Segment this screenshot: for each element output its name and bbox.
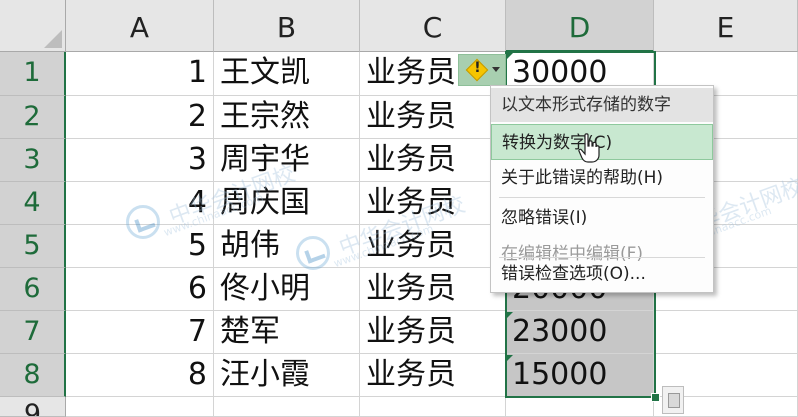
cell-a6[interactable]: 6 (66, 268, 214, 311)
cell-a5[interactable]: 5 (66, 225, 214, 268)
cell-b7[interactable]: 楚军 (214, 311, 360, 354)
cell-b3[interactable]: 周宇华 (214, 139, 360, 182)
cell-a1[interactable]: 1 (66, 52, 214, 96)
row-header-1[interactable]: 1 (0, 52, 66, 96)
menu-item-help-on-error[interactable]: 关于此错误的帮助(H) (491, 160, 713, 196)
cell-a2[interactable]: 2 (66, 96, 214, 139)
column-header-d[interactable]: D (506, 0, 654, 52)
cell-c3[interactable]: 业务员 (360, 139, 506, 182)
cell-d8[interactable]: 15000 (506, 354, 654, 397)
cell-b9[interactable] (214, 397, 360, 417)
row-header-5[interactable]: 5 (0, 225, 66, 268)
row-header-7[interactable]: 7 (0, 311, 66, 354)
cell-b5[interactable]: 胡伟 (214, 225, 360, 268)
cell-a7[interactable]: 7 (66, 311, 214, 354)
cell-c9[interactable] (360, 397, 506, 417)
cell-b4[interactable]: 周庆国 (214, 182, 360, 225)
cell-b1[interactable]: 王文凯 (214, 52, 360, 96)
hand-cursor-icon (578, 133, 600, 163)
column-header-a[interactable]: A (66, 0, 214, 52)
cell-c7[interactable]: 业务员 (360, 311, 506, 354)
error-options-menu: 以文本形式存储的数字 转换为数字(C) 关于此错误的帮助(H) 忽略错误(I) … (490, 85, 714, 293)
row-header-2[interactable]: 2 (0, 96, 66, 139)
error-check-button[interactable]: ! (458, 54, 506, 86)
row-header-4[interactable]: 4 (0, 182, 66, 225)
cell-c6[interactable]: 业务员 (360, 268, 506, 311)
cell-d7[interactable]: 23000 (506, 311, 654, 354)
error-indicator-triangle (507, 53, 513, 59)
column-header-e[interactable]: E (654, 0, 798, 52)
warning-exclamation: ! (474, 60, 481, 76)
menu-item-ignore-error[interactable]: 忽略错误(I) (491, 200, 713, 236)
cell-d7-value: 23000 (512, 314, 608, 349)
cell-a3[interactable]: 3 (66, 139, 214, 182)
column-header-b[interactable]: B (214, 0, 360, 52)
cell-c8[interactable]: 业务员 (360, 354, 506, 397)
row-header-3[interactable]: 3 (0, 139, 66, 182)
menu-separator (499, 197, 705, 198)
chevron-down-icon (492, 67, 500, 72)
cell-c5[interactable]: 业务员 (360, 225, 506, 268)
error-indicator-triangle (507, 355, 513, 361)
cell-e7[interactable] (654, 311, 798, 354)
menu-title: 以文本形式存储的数字 (491, 88, 713, 122)
paste-options-icon[interactable] (662, 386, 684, 414)
row-header-9[interactable]: 9 (0, 397, 66, 417)
row-header-8[interactable]: 8 (0, 354, 66, 397)
fill-handle[interactable] (651, 393, 660, 402)
cell-a8[interactable]: 8 (66, 354, 214, 397)
cell-a4[interactable]: 4 (66, 182, 214, 225)
column-header-c[interactable]: C (360, 0, 506, 52)
menu-item-error-checking-options[interactable]: 错误检查选项(O)... (491, 256, 713, 292)
cell-c2[interactable]: 业务员 (360, 96, 506, 139)
cell-b6[interactable]: 佟小明 (214, 268, 360, 311)
cell-b2[interactable]: 王宗然 (214, 96, 360, 139)
select-all-corner[interactable] (0, 0, 66, 52)
error-indicator-triangle (507, 312, 513, 318)
cell-d9[interactable] (506, 397, 654, 417)
cell-d8-value: 15000 (512, 357, 608, 392)
cell-a9[interactable] (66, 397, 214, 417)
cell-c4[interactable]: 业务员 (360, 182, 506, 225)
menu-item-convert-to-number[interactable]: 转换为数字(C) (491, 124, 713, 160)
cell-b8[interactable]: 汪小霞 (214, 354, 360, 397)
row-header-6[interactable]: 6 (0, 268, 66, 311)
